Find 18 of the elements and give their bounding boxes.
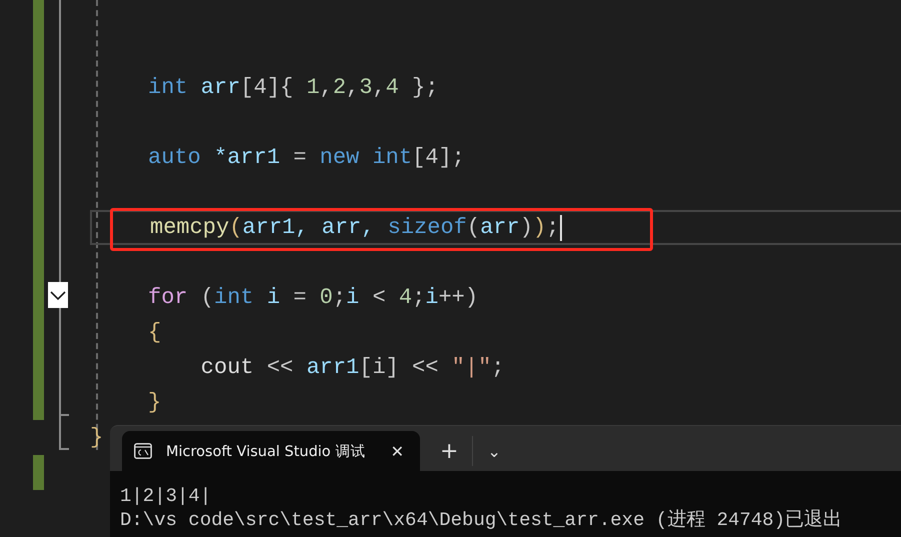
code-line: cout << arr1[i] << "|"; [200,355,504,380]
code-line: { [148,320,162,345]
code-line: memcpy(arr1, arr, sizeof(arr)); [150,215,560,240]
code-line: } [148,390,162,415]
new-tab-button[interactable]: + [436,438,462,464]
code-line: for (int i = 0;i < 4;i++) [148,285,478,310]
code-line: } [90,425,104,450]
console-output: D:\vs code\src\test_arr\x64\Debug\test_arr.exe (进程 24748)已退出 [120,508,842,532]
dropdown-button[interactable]: ⌄ [483,442,505,460]
code-line: auto *arr1 = new int[4]; [148,145,465,170]
text-cursor [560,214,562,240]
console-output: 1|2|3|4| [120,484,212,508]
terminal-tab[interactable]: Microsoft Visual Studio 调试 ✕ [122,431,420,471]
tab-title: Microsoft Visual Studio 调试 [166,442,366,460]
console-icon [134,443,152,459]
close-button[interactable]: ✕ [386,442,408,460]
code-line: int arr[4]{ 1,2,3,4 }; [148,75,438,100]
collapse-icon[interactable] [48,282,68,308]
